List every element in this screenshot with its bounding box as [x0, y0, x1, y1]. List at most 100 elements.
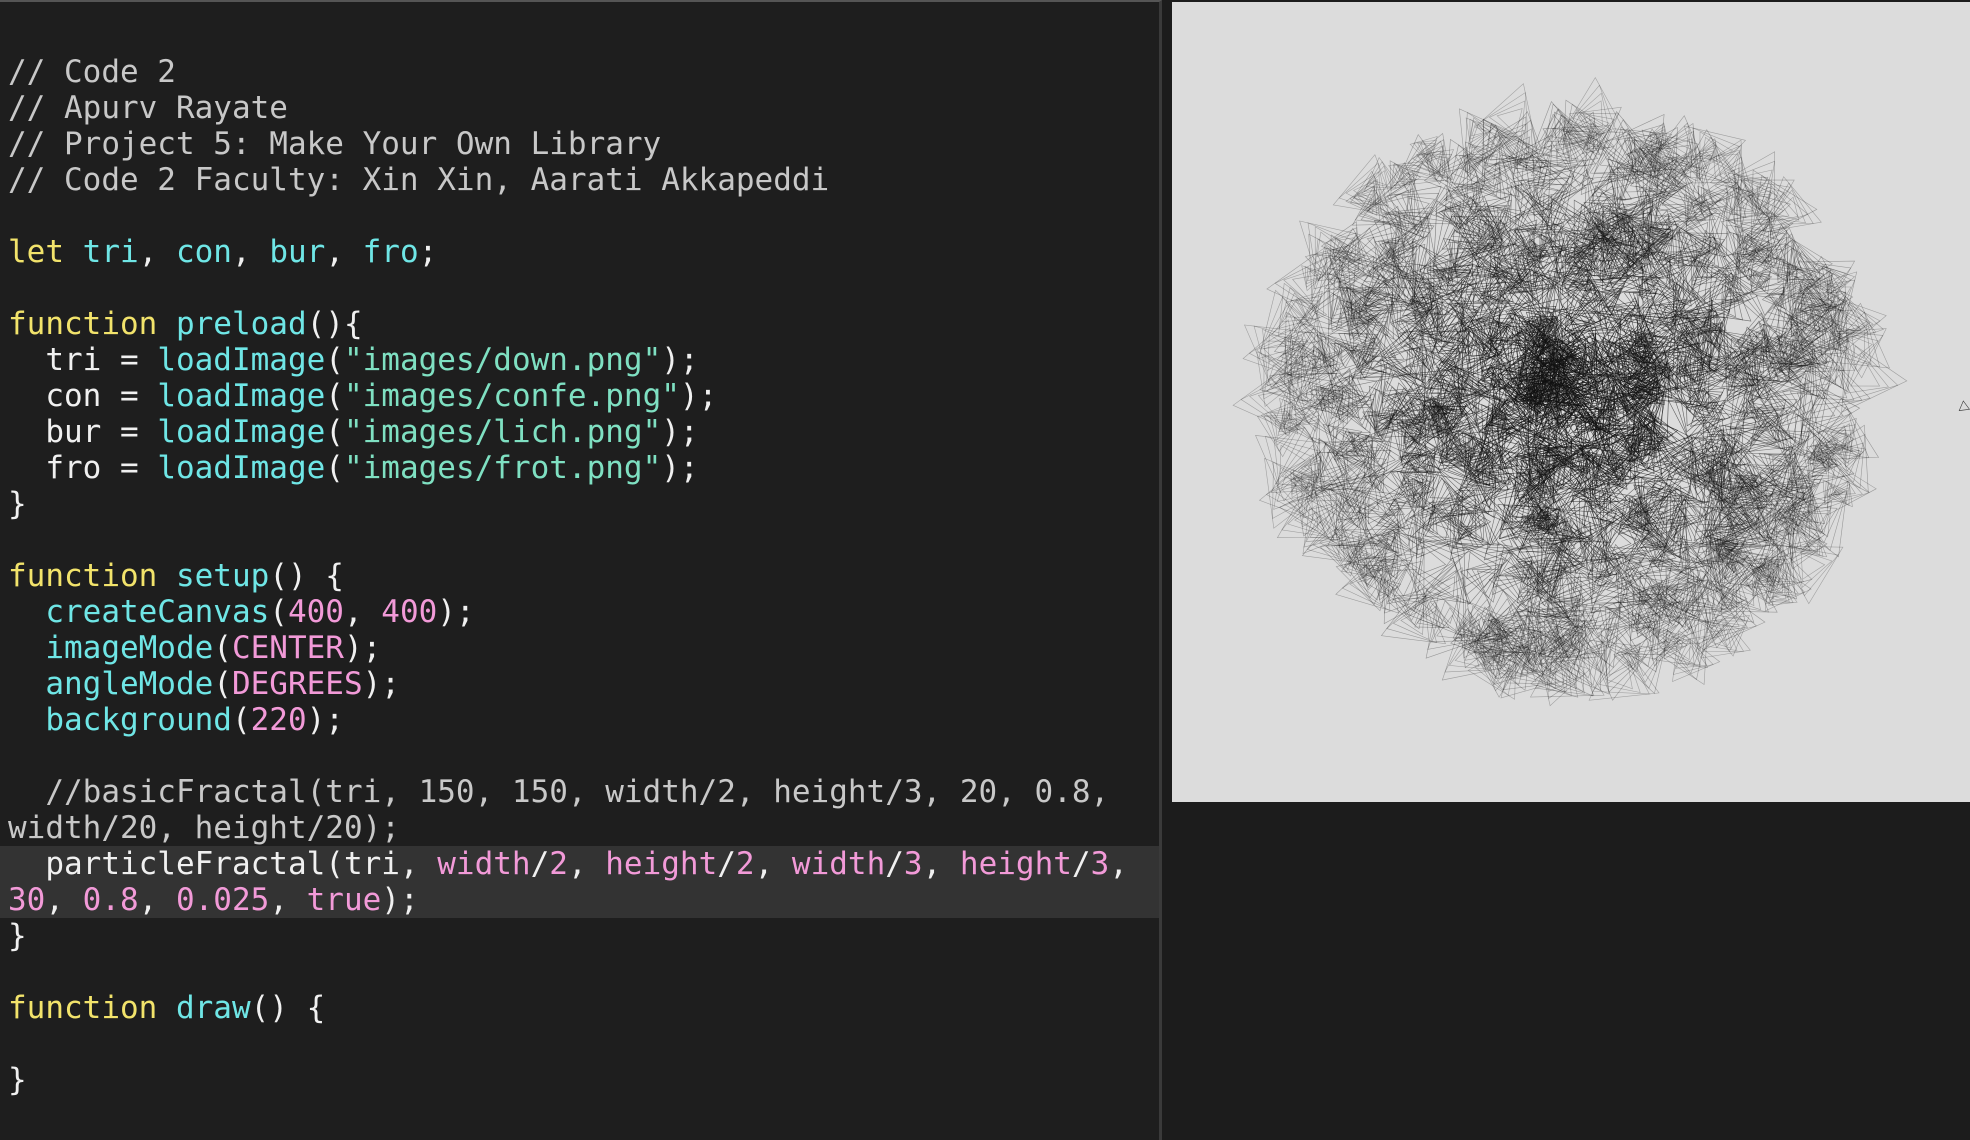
code-token: ; [418, 234, 438, 270]
code-token: width [791, 846, 886, 882]
code-token: ( [325, 378, 344, 414]
code-line[interactable]: let tri, con, bur, fro; [8, 234, 1159, 270]
code-line-highlighted[interactable]: 30, 0.8, 0.025, true); [0, 882, 1159, 918]
code-token: () { [250, 990, 326, 1026]
code-line[interactable] [8, 270, 1159, 306]
code-token: function [8, 306, 176, 342]
code-line[interactable]: } [8, 486, 1159, 522]
code-token: CENTER [231, 630, 344, 666]
code-token: } [8, 918, 27, 954]
code-token: , [231, 234, 270, 270]
code-line[interactable]: imageMode(CENTER); [8, 630, 1159, 666]
code-token: bur = [8, 414, 158, 450]
code-token: ); [437, 594, 475, 630]
code-line[interactable]: createCanvas(400, 400); [8, 594, 1159, 630]
sketch-preview-panel [1164, 0, 1970, 1140]
code-line[interactable] [8, 198, 1159, 234]
code-token: //basicFractal(tri, 150, 150, width/2, h… [8, 774, 1110, 810]
code-token: con [175, 234, 232, 270]
code-token: ); [661, 414, 699, 450]
code-token: "images/confe.png" [343, 378, 680, 414]
code-token: setup [175, 558, 270, 594]
sketch-canvas[interactable] [1172, 2, 1970, 802]
code-token: 220 [250, 702, 307, 738]
code-token: height [605, 846, 718, 882]
code-token: / [885, 846, 904, 882]
code-token: fro [362, 234, 419, 270]
code-line-highlighted[interactable]: particleFractal(tri, width/2, height/2, … [0, 846, 1159, 882]
code-line[interactable]: width/20, height/20); [8, 810, 1159, 846]
code-token: ( [325, 414, 344, 450]
code-token: / [717, 846, 736, 882]
code-line[interactable]: // Code 2 [8, 54, 1159, 90]
code-token: tri = [8, 342, 158, 378]
code-line[interactable]: angleMode(DEGREES); [8, 666, 1159, 702]
code-line[interactable]: } [8, 918, 1159, 954]
code-token: function [8, 558, 176, 594]
code-token: , [922, 846, 960, 882]
code-token: width/20, height/20); [8, 810, 400, 846]
code-line[interactable]: bur = loadImage("images/lich.png"); [8, 414, 1159, 450]
code-line[interactable] [8, 954, 1159, 990]
code-token: ); [661, 450, 699, 486]
code-line[interactable]: // Project 5: Make Your Own Library [8, 126, 1159, 162]
code-token: 2 [735, 846, 755, 882]
code-line[interactable]: //basicFractal(tri, 150, 150, width/2, h… [8, 774, 1159, 810]
code-line[interactable] [8, 522, 1159, 558]
code-token: 2 [549, 846, 568, 882]
code-editor[interactable]: // Code 2// Apurv Rayate// Project 5: Ma… [0, 0, 1162, 1140]
code-token: , [1109, 846, 1128, 882]
code-token: angleMode [45, 666, 214, 702]
code-token: 0.8 [82, 882, 139, 918]
code-line[interactable]: background(220); [8, 702, 1159, 738]
code-token: let [8, 234, 83, 270]
code-line[interactable]: function draw() { [8, 990, 1159, 1026]
code-token: 3 [903, 846, 923, 882]
code-token: () { [269, 558, 344, 594]
fractal-render [1232, 76, 1970, 707]
code-line[interactable]: function preload(){ [8, 306, 1159, 342]
code-token: draw [175, 990, 251, 1026]
code-token: width [437, 846, 531, 882]
fractal-triangles [1232, 76, 1970, 707]
code-content[interactable]: // Code 2// Apurv Rayate// Project 5: Ma… [0, 54, 1159, 1098]
code-token: , [754, 846, 792, 882]
code-token: createCanvas [45, 594, 270, 630]
code-token: loadImage [157, 378, 326, 414]
code-token: DEGREES [231, 666, 363, 702]
code-line[interactable]: // Apurv Rayate [8, 90, 1159, 126]
code-line[interactable]: tri = loadImage("images/down.png"); [8, 342, 1159, 378]
code-token: bur [269, 234, 326, 270]
code-token: 400 [287, 594, 344, 630]
code-token: ( [269, 594, 288, 630]
code-line[interactable]: function setup() { [8, 558, 1159, 594]
code-token: ); [679, 378, 718, 414]
code-line[interactable] [8, 738, 1159, 774]
code-line[interactable]: } [8, 1062, 1159, 1098]
code-token: ); [343, 630, 382, 666]
code-line[interactable]: // Code 2 Faculty: Xin Xin, Aarati Akkap… [8, 162, 1159, 198]
code-line[interactable] [8, 1026, 1159, 1062]
code-token: ( [231, 702, 251, 738]
code-line[interactable]: con = loadImage("images/confe.png"); [8, 378, 1159, 414]
code-token: ); [661, 342, 699, 378]
code-token: loadImage [157, 342, 326, 378]
code-token: "images/down.png" [343, 342, 662, 378]
code-token: loadImage [157, 414, 326, 450]
code-token: ( [213, 630, 232, 666]
code-token: (){ [306, 306, 363, 342]
code-token: ( [213, 666, 232, 702]
code-token: ); [381, 882, 419, 918]
code-token: 3 [1090, 846, 1110, 882]
code-token: 0.025 [175, 882, 270, 918]
code-line[interactable]: fro = loadImage("images/frot.png"); [8, 450, 1159, 486]
code-token: 30 [8, 882, 46, 918]
code-token: // Code 2 [8, 54, 176, 90]
code-token: preload [175, 306, 307, 342]
code-token: function [8, 990, 176, 1026]
code-token: height [959, 846, 1072, 882]
code-token: , [138, 234, 176, 270]
